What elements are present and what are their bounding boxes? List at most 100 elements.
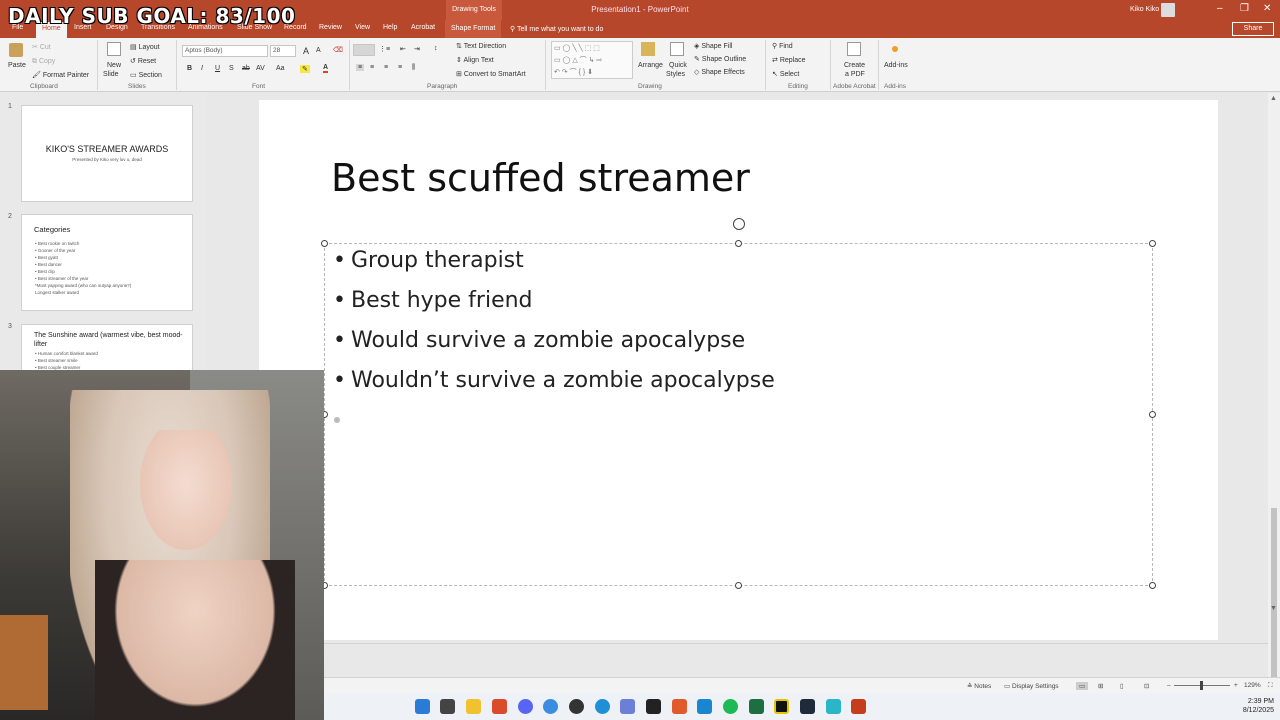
font-size-select[interactable]: 28 (270, 45, 296, 57)
underline-icon[interactable]: U (215, 65, 220, 72)
scroll-thumb[interactable] (1271, 508, 1277, 698)
shape-fill-button[interactable]: ◈ Shape Fill (694, 42, 732, 50)
app-icon[interactable] (774, 699, 789, 714)
content-placeholder[interactable]: • Group therapist • Best hype friend • Woul… (321, 218, 1156, 589)
new-slide-button[interactable]: New (107, 62, 121, 69)
slide-title[interactable]: Best scuffed streamer (331, 156, 750, 200)
bullet-item[interactable]: • Would survive a zombie apocalypse (333, 328, 745, 353)
slide-sorter-icon[interactable]: ⊞ (1098, 682, 1103, 690)
close-icon[interactable]: ✕ (1263, 3, 1271, 14)
copy-button[interactable]: ⧉ Copy (32, 58, 55, 66)
zoom-slider-knob[interactable] (1200, 681, 1203, 690)
text-direction-button[interactable]: ⇅ Text Direction (456, 42, 506, 50)
section-button[interactable]: ▭ Section (130, 71, 162, 79)
align-text-button[interactable]: ⇕ Align Text (456, 56, 494, 64)
bullet-item[interactable]: • Group therapist (333, 248, 524, 273)
notes-pane[interactable] (324, 643, 1268, 677)
decrease-indent-icon[interactable]: ⇤ (400, 45, 406, 53)
justify-icon[interactable]: ≡ (398, 64, 402, 71)
numbering-icon[interactable]: ⋮≡ (379, 45, 390, 53)
normal-view-icon[interactable]: ▭ (1076, 682, 1089, 690)
tab-view[interactable]: View (355, 24, 370, 31)
layout-button[interactable]: ▤ Layout (130, 43, 160, 51)
resize-handle[interactable] (735, 582, 742, 589)
slideshow-icon[interactable]: ⊡ (1144, 682, 1149, 690)
resize-handle[interactable] (1149, 411, 1156, 418)
shape-outline-button[interactable]: ✎ Shape Outline (694, 55, 746, 63)
resize-handle[interactable] (1149, 240, 1156, 247)
align-center-icon[interactable]: ≡ (370, 64, 374, 71)
reset-button[interactable]: ↺ Reset (130, 57, 156, 65)
create-pdf-button[interactable]: Create (844, 62, 865, 69)
tab-acrobat[interactable]: Acrobat (411, 24, 435, 31)
quick-styles-icon[interactable] (670, 42, 684, 56)
tell-me-search[interactable]: ⚲ Tell me what you want to do (510, 25, 603, 33)
format-painter-button[interactable]: 🖌 Format Painter (32, 71, 89, 79)
reading-view-icon[interactable]: ▯ (1120, 682, 1124, 690)
app-icon[interactable] (826, 699, 841, 714)
char-spacing-icon[interactable]: AV (256, 65, 265, 72)
align-left-icon[interactable]: ≡ (356, 64, 365, 71)
resize-handle[interactable] (735, 240, 742, 247)
task-view-icon[interactable] (440, 699, 455, 714)
arrange-button[interactable]: Arrange (638, 62, 663, 69)
bullet-item[interactable]: • Best hype friend (333, 288, 533, 313)
edge-icon[interactable] (595, 699, 610, 714)
file-explorer-icon[interactable] (466, 699, 481, 714)
restore-icon[interactable]: ❐ (1240, 3, 1249, 14)
chrome-icon[interactable] (543, 699, 558, 714)
vertical-scrollbar[interactable]: ▲ ▼ (1268, 93, 1280, 698)
brave-icon[interactable] (492, 699, 507, 714)
align-right-icon[interactable]: ≡ (384, 64, 388, 71)
discord-icon[interactable] (518, 699, 533, 714)
columns-icon[interactable]: ⫼ (412, 64, 415, 72)
strikethrough-icon[interactable]: ab (242, 65, 250, 72)
rotate-handle-icon[interactable] (733, 218, 745, 230)
slide-thumbnail-2[interactable]: Categories • Best rookie on twitch • Goo… (21, 214, 193, 311)
find-button[interactable]: ⚲ Find (772, 42, 793, 50)
increase-indent-icon[interactable]: ⇥ (414, 45, 420, 53)
zoom-out-icon[interactable]: – (1167, 682, 1171, 689)
shape-effects-button[interactable]: ◇ Shape Effects (694, 68, 745, 76)
resize-handle[interactable] (1149, 582, 1156, 589)
new-slide-button-label[interactable]: Slide (103, 71, 119, 78)
addins-button[interactable]: Add-ins (884, 62, 908, 69)
paste-button[interactable]: Paste (8, 62, 26, 69)
display-settings-button[interactable]: ▭ Display Settings (1004, 682, 1059, 690)
scroll-down-icon[interactable]: ▼ (1270, 605, 1277, 612)
resize-handle[interactable] (321, 240, 328, 247)
scroll-up-icon[interactable]: ▲ (1270, 95, 1277, 102)
avatar[interactable] (1161, 3, 1175, 17)
cut-button[interactable]: ✂ Cut (32, 43, 51, 51)
change-case-icon[interactable]: Aa (276, 65, 285, 72)
slide-thumbnail-1[interactable]: KIKO'S STREAMER AWARDS Presented by Kiko… (21, 105, 193, 202)
font-color-icon[interactable]: A (323, 64, 329, 73)
increase-font-icon[interactable]: A (303, 46, 309, 56)
tab-review[interactable]: Review (319, 24, 342, 31)
shadow-icon[interactable]: S (229, 65, 234, 72)
bullets-icon[interactable] (353, 44, 375, 56)
terminal-icon[interactable] (800, 699, 815, 714)
pdf-icon[interactable] (847, 42, 861, 56)
minimize-icon[interactable]: – (1217, 3, 1223, 14)
quick-styles-label[interactable]: Styles (666, 71, 685, 78)
zoom-in-icon[interactable]: + (1234, 682, 1238, 689)
brave-icon[interactable] (672, 699, 687, 714)
fit-slide-icon[interactable]: ⛶ (1268, 682, 1273, 690)
bold-icon[interactable]: B (187, 65, 192, 72)
italic-icon[interactable]: I (201, 65, 203, 72)
zoom-level[interactable]: 129% (1244, 682, 1261, 689)
quick-styles-button[interactable]: Quick (669, 62, 687, 69)
clock[interactable]: 2:39 PM 8/12/2025 (1234, 697, 1274, 715)
new-slide-icon[interactable] (107, 42, 121, 56)
excel-icon[interactable] (749, 699, 764, 714)
addins-icon[interactable] (892, 46, 898, 52)
current-slide[interactable]: Best scuffed streamer • Group therapist •… (259, 100, 1218, 640)
create-pdf-label[interactable]: a PDF (845, 71, 865, 78)
select-button[interactable]: ↖ Select (772, 70, 799, 78)
paste-icon[interactable] (9, 43, 23, 57)
obs-icon[interactable] (569, 699, 584, 714)
highlight-icon[interactable]: ✎ (300, 65, 310, 73)
app-icon[interactable] (646, 699, 661, 714)
share-button[interactable]: Share (1232, 22, 1274, 36)
